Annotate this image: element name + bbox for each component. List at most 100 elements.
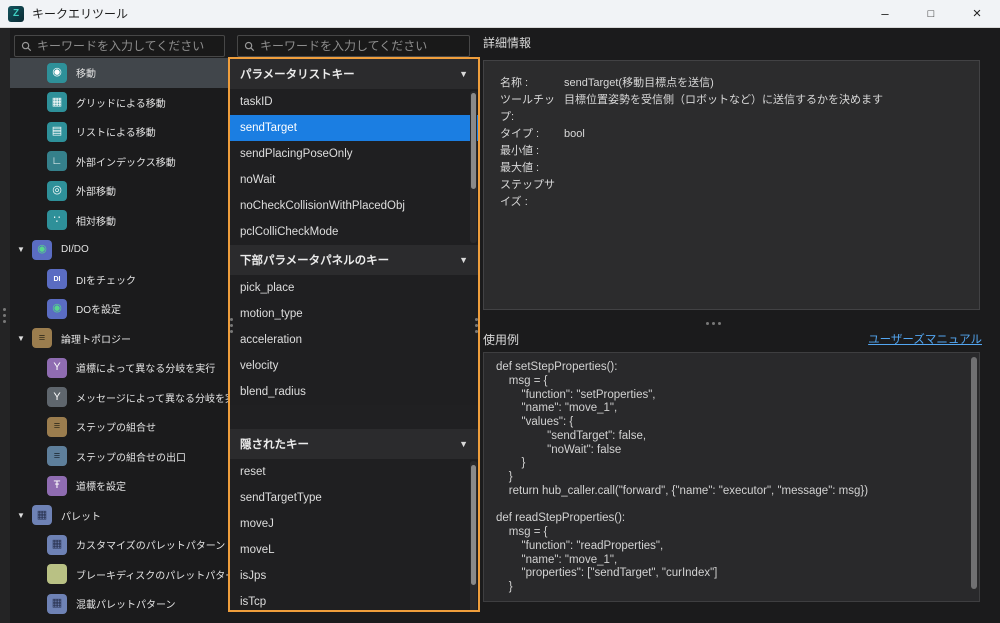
section-header-bottom-parameter-panel-keys[interactable]: 下部パラメータパネルのキー ▼ [230,245,478,275]
detail-row-name: 名称 : sendTarget(移動目標点を送信) [500,75,963,92]
drag-handle-icon[interactable] [706,322,709,325]
key-item-sendtarget-selected[interactable]: sendTarget [230,115,478,141]
relative-move-icon: ∵ [47,210,67,230]
sidebar-item-mixed-pallet-pattern[interactable]: ▦ 混載パレットパターン [10,589,228,619]
list-move-icon: ▤ [47,122,67,142]
key-item-nowait[interactable]: noWait [230,167,478,193]
set-do-icon: ◉ [47,299,67,319]
drag-handle-icon[interactable] [475,318,478,321]
maximize-button[interactable]: □ [908,0,954,27]
sidebar-item-branch-by-signpost[interactable]: Y 道標によって異なる分岐を実行 [10,353,228,383]
chevron-down-icon[interactable]: ▼ [17,334,32,343]
key-item-movej[interactable]: moveJ [230,511,478,537]
sidebar-item-branch-by-message[interactable]: Y メッセージによって異なる分岐を実行 [10,383,228,413]
sidebar-item-set-do[interactable]: ◉ DOを設定 [10,294,228,324]
step-combination-icon: ≡ [47,417,67,437]
window-title: キークエリツール [32,5,128,22]
branch-by-signpost-icon: Y [47,358,67,378]
title-bar: Z キークエリツール – □ × [0,0,1000,28]
custom-pallet-icon: ▦ [47,535,67,555]
minimize-button[interactable]: – [862,0,908,27]
scrollbar-thumb[interactable] [471,93,476,189]
key-item-istcp[interactable]: isTcp [230,589,478,612]
sidebar-item-grid-move[interactable]: ▦ グリッドによる移動 [10,88,228,118]
scrollbar[interactable] [470,91,477,243]
keys-panel: パラメータリストキー ▼ taskID sendTarget sendPlaci… [228,28,481,623]
usage-example-box: def setStepProperties(): msg = { "functi… [483,352,980,602]
chevron-down-icon[interactable]: ▼ [17,511,32,520]
sidebar-item-move[interactable]: ◉ 移動 [10,58,228,88]
scrollbar-thumb[interactable] [471,465,476,585]
detail-row-step-size: ステップサイズ : [500,177,963,211]
window-controls: – □ × [862,0,1000,27]
search-icon [21,41,32,52]
branch-by-message-icon: Y [47,387,67,407]
grid-move-icon: ▦ [47,92,67,112]
detail-row-max: 最大値 : [500,160,963,177]
search-icon [244,41,255,52]
details-title: 詳細情報 [483,34,531,51]
sidebar-item-step-combination-exit[interactable]: ≡ ステップの組合せの出口 [10,442,228,472]
chevron-down-icon[interactable]: ▼ [459,69,468,79]
key-item-reset[interactable]: reset [230,459,478,485]
sidebar-item-external-index-move[interactable]: ∟ 外部インデックス移動 [10,147,228,177]
key-item-isjps[interactable]: isJps [230,563,478,589]
pallet-icon: ▦ [32,505,52,525]
key-item-taskid[interactable]: taskID [230,89,478,115]
drag-handle-icon[interactable] [3,308,6,311]
step-combination-exit-icon: ≡ [47,446,67,466]
chevron-down-icon[interactable]: ▼ [17,245,32,254]
parameter-key-list: taskID sendTarget sendPlacingPoseOnly no… [230,89,478,245]
key-item-nocheckcollision[interactable]: noCheckCollisionWithPlacedObj [230,193,478,219]
key-query-tool-window: Z キークエリツール – □ × ◉ 移動 ▦ [0,0,1000,623]
sidebar-item-relative-move[interactable]: ∵ 相対移動 [10,206,228,236]
external-move-icon: ◎ [47,181,67,201]
step-tree: ◉ 移動 ▦ グリッドによる移動 ▤ リストによる移動 ∟ 外部インデックス移動… [10,58,228,623]
key-item-pclcollicheckmode[interactable]: pclColliCheckMode [230,219,478,245]
sidebar-item-brake-disc-pallet-pattern[interactable]: ブレーキディスクのパレットパターン [10,560,228,590]
sidebar-item-step-combination[interactable]: ≡ ステップの組合せ [10,412,228,442]
hidden-key-list: reset sendTargetType moveJ moveL isJps i… [230,459,478,612]
chevron-down-icon[interactable]: ▼ [459,255,468,265]
external-index-move-icon: ∟ [47,151,67,171]
sidebar-item-external-move[interactable]: ◎ 外部移動 [10,176,228,206]
move-icon: ◉ [47,63,67,83]
logic-topology-icon: ≡ [32,328,52,348]
sidebar-item-check-di[interactable]: DI DIをチェック [10,265,228,295]
sidebar-group-logic-topology[interactable]: ▼ ≡ 論理トポロジー [10,324,228,354]
sidebar-item-set-signpost[interactable]: Ŧ 道標を設定 [10,471,228,501]
detail-row-type: タイプ : bool [500,126,963,143]
user-manual-link[interactable]: ユーザーズマニュアル [868,331,982,347]
sidebar-group-pallet[interactable]: ▼ ▦ パレット [10,501,228,531]
key-item-sendtargettype[interactable]: sendTargetType [230,485,478,511]
key-item-movel[interactable]: moveL [230,537,478,563]
keys-highlight-box: パラメータリストキー ▼ taskID sendTarget sendPlaci… [228,57,480,612]
sidebar-item-list-move[interactable]: ▤ リストによる移動 [10,117,228,147]
left-splitter[interactable] [0,28,10,623]
step-search-box[interactable] [14,35,225,57]
step-search-input[interactable] [37,39,224,53]
key-item-pick-place[interactable]: pick_place [230,275,478,301]
sidebar-group-di-do[interactable]: ▼ ◉ DI/DO [10,235,228,265]
section-header-hidden-keys[interactable]: 隠されたキー ▼ [230,429,478,459]
usage-code: def setStepProperties(): msg = { "functi… [496,361,967,595]
key-item-acceleration[interactable]: acceleration [230,327,478,353]
key-search-box[interactable] [237,35,470,57]
key-item-blend-radius[interactable]: blend_radius [230,379,478,405]
key-item-sendplacingposeonly[interactable]: sendPlacingPoseOnly [230,141,478,167]
mixed-pallet-icon: ▦ [47,594,67,614]
details-box: 名称 : sendTarget(移動目標点を送信) ツールチップ: 目標位置姿勢… [483,60,980,310]
scrollbar[interactable] [470,461,477,612]
drag-handle-icon[interactable] [230,318,233,321]
check-di-icon: DI [47,269,67,289]
bottom-panel-key-list: pick_place motion_type acceleration velo… [230,275,478,405]
chevron-down-icon[interactable]: ▼ [459,439,468,449]
key-item-velocity[interactable]: velocity [230,353,478,379]
sidebar-item-custom-pallet-pattern[interactable]: ▦ カスタマイズのパレットパターン [10,530,228,560]
scrollbar-thumb[interactable] [971,357,977,589]
section-header-parameter-list-keys[interactable]: パラメータリストキー ▼ [230,59,478,89]
close-button[interactable]: × [954,0,1000,27]
key-search-input[interactable] [260,39,469,53]
key-item-motion-type[interactable]: motion_type [230,301,478,327]
detail-row-tooltip: ツールチップ: 目標位置姿勢を受信側（ロボットなど）に送信するかを決めます [500,92,963,126]
